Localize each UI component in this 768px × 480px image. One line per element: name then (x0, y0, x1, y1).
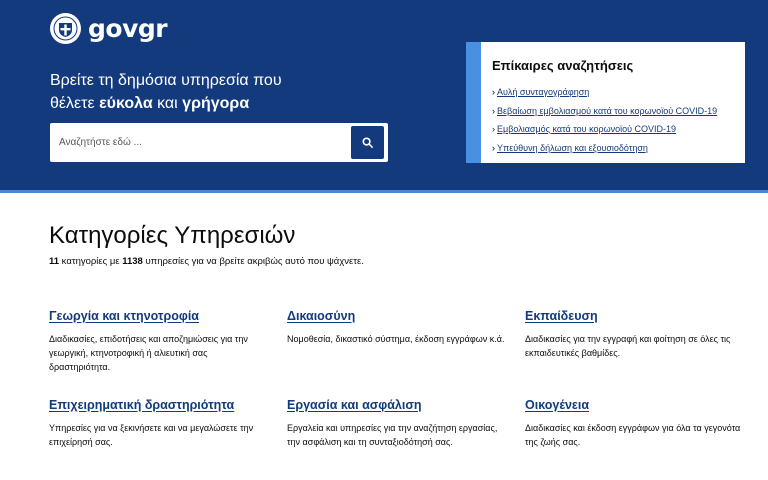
search-button[interactable] (351, 126, 384, 159)
category-description: Διαδικασίες για την εγγραφή και φοίτηση … (525, 334, 731, 358)
category-link[interactable]: Επιχειρηματική δραστηριότητα (49, 398, 269, 412)
hero-banner: govgr Βρείτε τη δημόσια υπηρεσία που θέλ… (0, 0, 768, 190)
trending-link[interactable]: Βεβαίωση εμβολιασμού κατά του κορωνοϊού … (497, 106, 717, 116)
category-link[interactable]: Γεωργία και κτηνοτροφία (49, 309, 269, 323)
trending-list: › Αυλή συνταγογράφηση › Βεβαίωση εμβολιασμ… (492, 83, 745, 157)
search-icon (362, 137, 373, 148)
category-card-agriculture: Γεωργία και κτηνοτροφία Διαδικασίες, επι… (49, 309, 269, 374)
logo-prefix: gov (88, 14, 138, 43)
logo-suffix: gr (137, 14, 168, 43)
count-text-1: κατηγορίες με (59, 256, 123, 267)
category-description: Εργαλεία και υπηρεσίες για την αναζήτηση… (287, 423, 498, 447)
hero-divider (0, 190, 768, 193)
logo-text: govgr (88, 14, 168, 43)
category-card-employment: Εργασία και ασφάλιση Εργαλεία και υπηρεσ… (287, 398, 507, 449)
search-input[interactable] (50, 123, 350, 162)
trending-item: › Βεβαίωση εμβολιασμού κατά του κορωνοϊού… (492, 102, 745, 121)
trending-searches-panel: Επίκαιρες αναζητήσεις › Αυλή συνταγογράφη… (466, 42, 745, 163)
trending-link[interactable]: Εμβολιασμός κατά του κορωνοϊού COVID-19 (497, 124, 676, 134)
category-card-justice: Δικαιοσύνη Νομοθεσία, δικαστικό σύστημα,… (287, 309, 507, 346)
category-link[interactable]: Εργασία και ασφάλιση (287, 398, 507, 412)
chevron-right-icon: › (492, 124, 495, 134)
tagline-line2: θέλετε εύκολα και γρήγορα (50, 92, 282, 115)
tagline-bold-quickly: γρήγορα (182, 95, 250, 112)
category-description: Διαδικασίες και έκδοση εγγράφων για όλα … (525, 423, 741, 447)
trending-item: › Υπεύθυνη δήλωση και εξουσιοδότηση (492, 139, 745, 158)
greek-emblem-icon (50, 13, 81, 44)
category-description: Νομοθεσία, δικαστικό σύστημα, έκδοση εγγ… (287, 334, 505, 344)
category-count: 11 (49, 256, 60, 267)
category-link[interactable]: Εκπαίδευση (525, 309, 745, 323)
category-description: Διαδικασίες, επιδοτήσεις και αποζημιώσει… (49, 334, 248, 372)
categories-title: Κατηγορίες Υπηρεσιών (49, 222, 296, 249)
chevron-right-icon: › (492, 87, 495, 97)
hero-tagline: Βρείτε τη δημόσια υπηρεσία που θέλετε εύ… (50, 69, 282, 115)
tagline-line1: Βρείτε τη δημόσια υπηρεσία που (50, 72, 282, 89)
chevron-right-icon: › (492, 142, 495, 153)
chevron-right-icon: › (492, 105, 495, 116)
govgr-logo[interactable]: govgr (50, 13, 168, 44)
trending-link[interactable]: Υπεύθυνη δήλωση και εξουσιοδότηση (497, 143, 648, 153)
trending-title: Επίκαιρες αναζητήσεις (492, 58, 634, 73)
category-card-education: Εκπαίδευση Διαδικασίες για την εγγραφή κ… (525, 309, 745, 360)
tagline-bold-easily: εύκολα (99, 95, 153, 112)
tagline-prefix: θέλετε (50, 95, 100, 112)
category-link[interactable]: Δικαιοσύνη (287, 309, 507, 323)
count-text-2: υπηρεσίες για να βρείτε ακριβώς αυτό που… (142, 256, 364, 267)
categories-count: 11 κατηγορίες με 1138 υπηρεσίες για να β… (49, 256, 364, 267)
trending-item: › Αυλή συνταγογράφηση (492, 83, 745, 102)
category-link[interactable]: Οικογένεια (525, 398, 745, 412)
trending-item: › Εμβολιασμός κατά του κορωνοϊού COVID-19 (492, 120, 745, 139)
category-description: Υπηρεσίες για να ξεκινήσετε και να μεγαλ… (49, 423, 254, 447)
trending-link[interactable]: Αυλή συνταγογράφηση (497, 87, 589, 97)
tagline-mid: και (152, 95, 183, 112)
search-box (50, 123, 388, 162)
service-count: 1138 (122, 256, 143, 267)
category-card-family: Οικογένεια Διαδικασίες και έκδοση εγγράφ… (525, 398, 745, 449)
category-card-business: Επιχειρηματική δραστηριότητα Υπηρεσίες γ… (49, 398, 269, 449)
